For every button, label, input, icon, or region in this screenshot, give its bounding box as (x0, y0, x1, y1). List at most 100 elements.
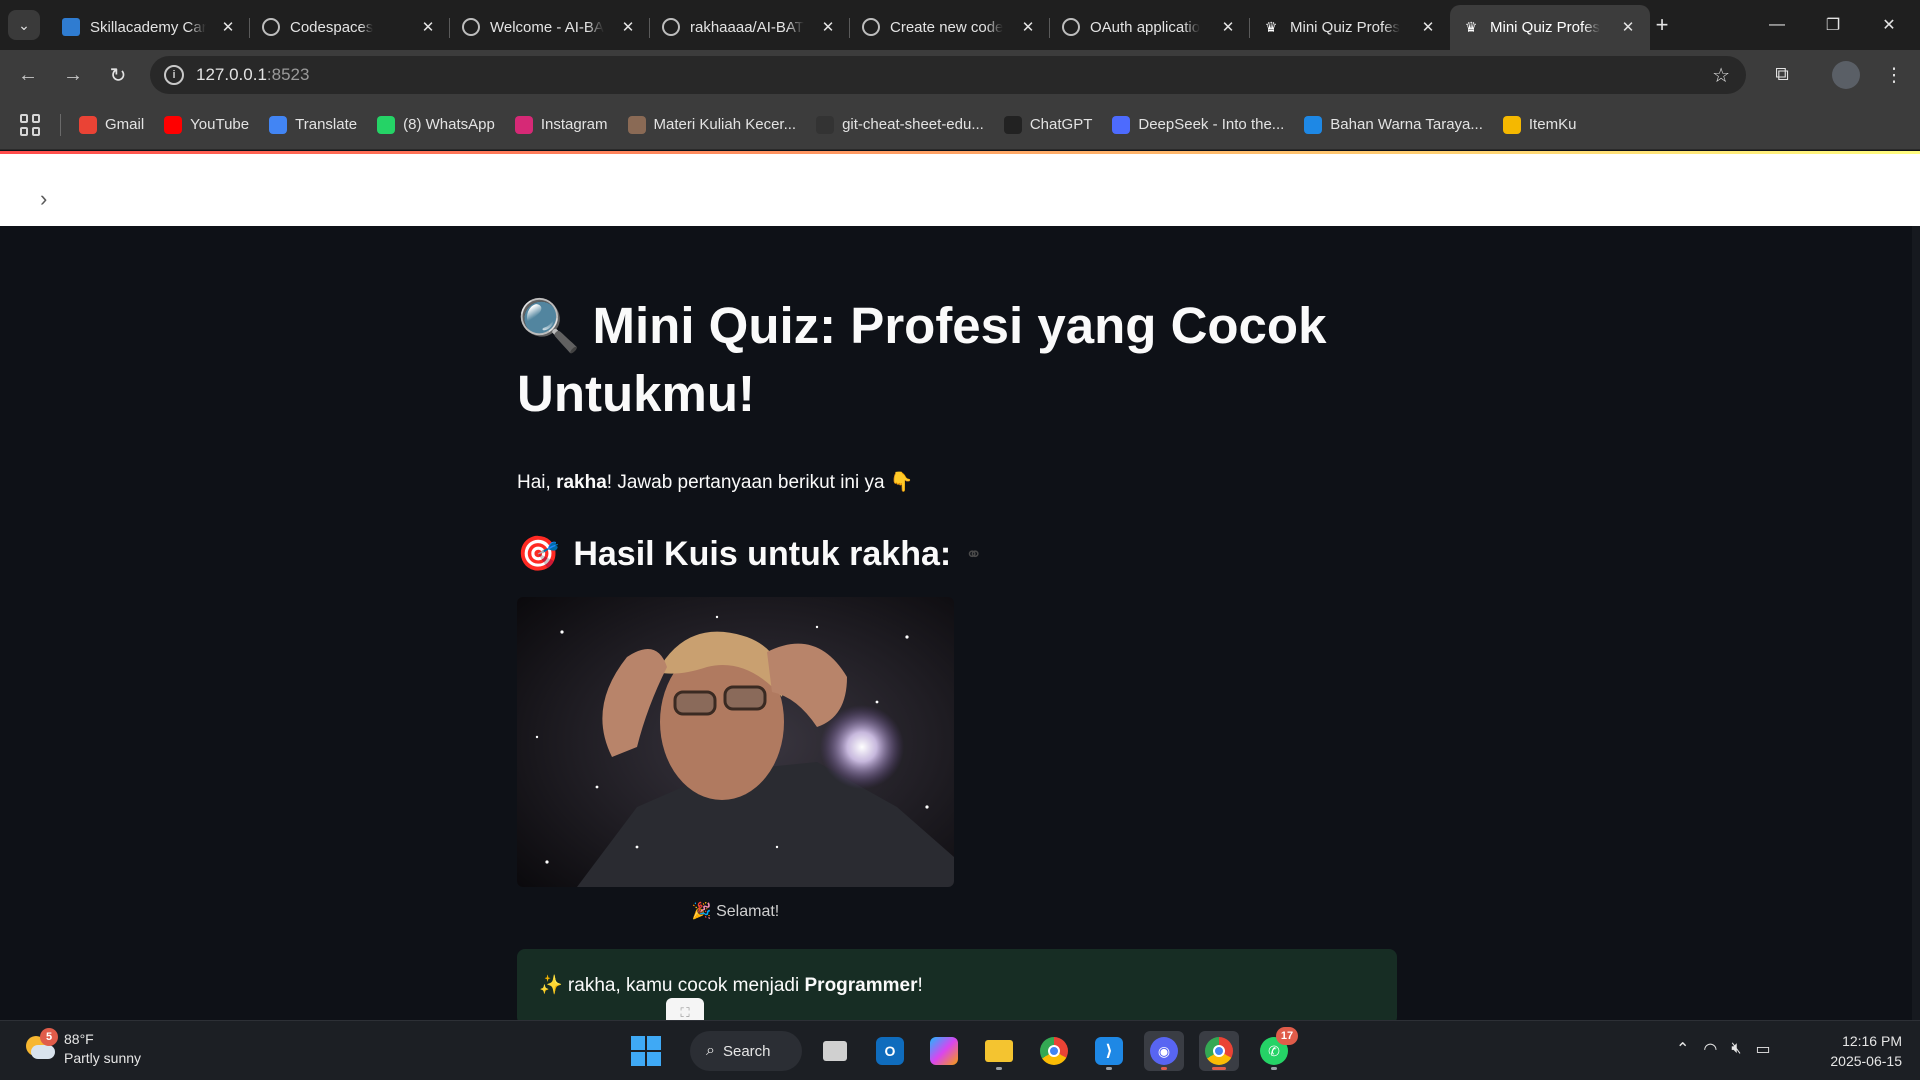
bookmark-item[interactable]: Bahan Warna Taraya... (1304, 115, 1483, 134)
speaker-muted-icon[interactable]: 🔇︎ (1731, 1040, 1741, 1058)
vscode-button[interactable]: ⟩ (1089, 1031, 1129, 1071)
taskbar-search-button[interactable]: ⌕ Search (690, 1031, 802, 1071)
bookmark-item[interactable]: (8) WhatsApp (377, 115, 495, 134)
tab-close-icon[interactable]: ✕ (1618, 17, 1638, 37)
profile-avatar[interactable] (1832, 61, 1860, 89)
weather-description: Partly sunny (64, 1050, 142, 1066)
itemku-icon (1502, 115, 1521, 134)
bookmark-list: Gmail YouTube Translate (8) WhatsApp Instagr… (79, 115, 1596, 134)
menu-kebab-icon[interactable]: ⋮ (1880, 61, 1908, 89)
streamlit-crown-icon: ♛ (1464, 18, 1478, 35)
scrollbar[interactable] (1912, 226, 1920, 1020)
fullscreen-expand-icon[interactable]: ⛶ (666, 998, 704, 1020)
clock[interactable]: 12:16 PM 2025-06-15 (1818, 1031, 1902, 1071)
app-main: 🔍 Mini Quiz: Profesi yang Cocok Untukmu! … (0, 226, 1920, 1020)
mind-blown-image (517, 597, 954, 887)
whatsapp-icon (377, 115, 396, 134)
outlook-icon: O (876, 1037, 904, 1065)
result-heading-text: Hasil Kuis untuk rakha: (573, 534, 952, 573)
deepseek-icon (1112, 115, 1131, 134)
browser-toolbar: ← → ↻ i 127.0.0.1:8523 ☆ ⧉ ⋮ (0, 50, 1920, 100)
bookmark-label: YouTube (190, 116, 250, 133)
tab-1[interactable]: Skillacademy Car ✕ (50, 5, 250, 50)
canva-icon (1304, 115, 1323, 134)
gmail-icon (79, 115, 97, 134)
windows-start-button[interactable] (626, 1031, 666, 1071)
tab-close-icon[interactable]: ✕ (1218, 17, 1238, 37)
bookmark-item[interactable]: DeepSeek - Into the... (1112, 115, 1284, 134)
wifi-icon[interactable]: ◠ (1703, 1039, 1717, 1059)
tab-close-icon[interactable]: ✕ (818, 17, 838, 37)
whatsapp-button[interactable]: ✆ 17 (1254, 1027, 1298, 1071)
tab-search-button[interactable]: ⌄ (8, 10, 40, 40)
close-window-button[interactable]: ✕ (1869, 10, 1909, 40)
anchor-link-icon[interactable]: ⚭ (965, 542, 982, 567)
chatgpt-icon (1003, 115, 1022, 134)
tab-close-icon[interactable]: ✕ (218, 17, 238, 37)
plus-icon: + (1655, 12, 1669, 37)
tab-6[interactable]: OAuth applicatio ✕ (1050, 5, 1250, 50)
tab-close-icon[interactable]: ✕ (1018, 17, 1038, 37)
discord-button[interactable]: ◉ (1144, 1031, 1184, 1071)
avatar-icon (627, 115, 646, 134)
tab-4[interactable]: rakhaaaa/AI-BAT ✕ (650, 5, 850, 50)
restore-icon: ❐ (1825, 17, 1841, 34)
outlook-button[interactable]: O (870, 1031, 910, 1071)
bookmark-item[interactable]: ChatGPT (1003, 115, 1093, 134)
tab-close-icon[interactable]: ✕ (1418, 17, 1438, 37)
bookmark-item[interactable]: Instagram (514, 115, 608, 134)
forward-button[interactable]: → (57, 59, 89, 91)
reload-button[interactable]: ↻ (102, 59, 134, 91)
bookmark-star-icon[interactable]: ☆ (1712, 63, 1730, 88)
new-tab-button[interactable]: + (1648, 12, 1676, 38)
close-icon: ✕ (1882, 17, 1896, 34)
tab-5[interactable]: Create new code ✕ (850, 5, 1050, 50)
tab-close-icon[interactable]: ✕ (618, 17, 638, 37)
back-button[interactable]: ← (12, 59, 44, 91)
chrome-button[interactable] (1034, 1031, 1074, 1071)
tab-strip: ⌄ Skillacademy Car ✕ Codespaces ✕ Welcome - … (0, 0, 1920, 50)
sidebar-expand-chevron-icon[interactable]: › (40, 188, 47, 210)
site-info-icon[interactable]: i (164, 65, 184, 85)
task-view-icon (823, 1041, 847, 1061)
bookmark-item[interactable]: YouTube (164, 115, 250, 134)
whatsapp-badge: 17 (1276, 1027, 1298, 1045)
tab-close-icon[interactable]: ✕ (418, 17, 438, 37)
extensions-puzzle-icon[interactable]: ⧉ (1768, 61, 1796, 89)
skillacademy-icon (62, 18, 80, 36)
bookmark-item[interactable]: git-cheat-sheet-edu... (816, 115, 984, 134)
bookmark-label: ChatGPT (1029, 116, 1093, 133)
show-hidden-icons-chevron-icon[interactable]: ⌃ (1676, 1039, 1689, 1059)
copilot-button[interactable] (924, 1031, 964, 1071)
file-explorer-button[interactable] (979, 1031, 1019, 1071)
tab-8[interactable]: ♛ Mini Quiz Profes ✕ (1450, 5, 1650, 50)
tab-2[interactable]: Codespaces ✕ (250, 5, 450, 50)
result-image (517, 597, 954, 887)
bookmark-item[interactable]: Translate (269, 115, 357, 134)
github-icon (462, 18, 480, 36)
bookmark-label: Instagram (540, 116, 608, 133)
bookmark-label: Materi Kuliah Kecer... (653, 116, 797, 133)
magnifier-emoji-icon: 🔍 (517, 297, 581, 354)
restore-button[interactable]: ❐ (1813, 10, 1853, 40)
chrome-profile-button[interactable] (1199, 1031, 1239, 1071)
bookmark-label: ItemKu (1528, 116, 1577, 133)
tab-3[interactable]: Welcome - AI-BA ✕ (450, 5, 650, 50)
result-heading: 🎯 Hasil Kuis untuk rakha: ⚭ (517, 534, 982, 574)
weather-widget[interactable]: 5 88°F Partly sunny (22, 1028, 142, 1068)
partly-sunny-icon: 5 (22, 1028, 58, 1064)
apps-grid-icon[interactable] (20, 113, 42, 136)
bookmark-item[interactable]: Gmail (79, 115, 144, 134)
bookmark-item[interactable]: Materi Kuliah Kecer... (627, 115, 797, 134)
task-view-button[interactable] (815, 1031, 855, 1071)
tab-7[interactable]: ♛ Mini Quiz Profes ✕ (1250, 5, 1450, 50)
minimize-button[interactable]: — (1757, 10, 1797, 40)
battery-icon[interactable]: ▭ (1755, 1039, 1770, 1059)
chrome-profile-icon (1205, 1037, 1233, 1065)
tab-title: Codespaces (290, 19, 374, 36)
success-alert: ✨ rakha, kamu cocok menjadi Programmer! (517, 949, 1397, 1020)
github-icon (662, 18, 680, 36)
page-title-text: Mini Quiz: Profesi yang Cocok Untukmu! (517, 297, 1327, 422)
address-bar[interactable]: i 127.0.0.1:8523 ☆ (150, 56, 1746, 94)
bookmark-item[interactable]: ItemKu (1502, 115, 1577, 134)
